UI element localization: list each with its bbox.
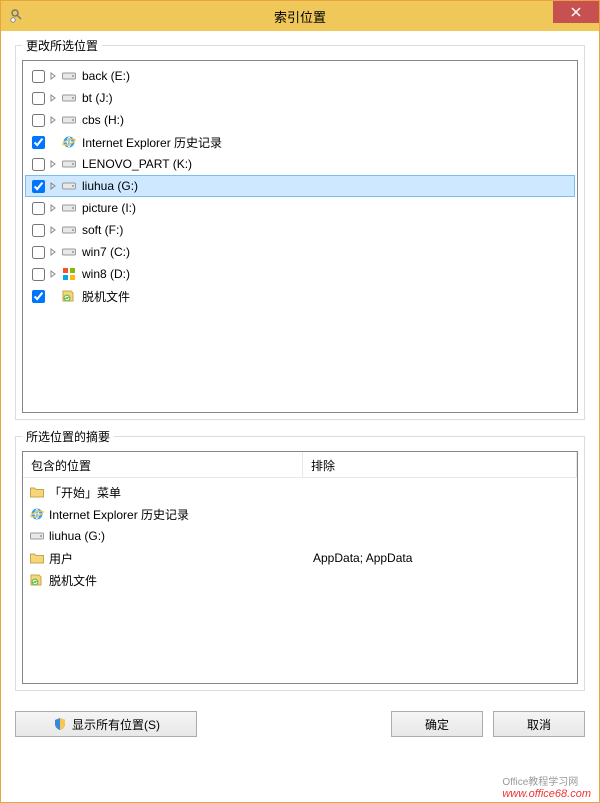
tree-row[interactable]: 脱机文件 [25, 285, 575, 307]
win-icon [61, 266, 77, 282]
titlebar: 索引位置 [1, 1, 599, 31]
tree-item-label: LENOVO_PART (K:) [80, 157, 192, 171]
tree-checkbox[interactable] [32, 180, 45, 193]
shield-icon [52, 716, 68, 732]
tree-checkbox[interactable] [32, 268, 45, 281]
summary-item-label: Internet Explorer 历史记录 [49, 506, 189, 523]
expand-icon[interactable] [48, 269, 58, 279]
summary-item-label: 脱机文件 [49, 572, 97, 589]
app-icon [9, 8, 25, 24]
ie-icon [61, 134, 77, 150]
tree-checkbox[interactable] [32, 224, 45, 237]
tree-checkbox[interactable] [32, 92, 45, 105]
expand-icon[interactable] [48, 203, 58, 213]
tree-row[interactable]: back (E:) [25, 65, 575, 87]
summary-row[interactable]: 脱机文件 [25, 569, 575, 591]
expand-icon[interactable] [48, 93, 58, 103]
folder-icon [29, 484, 45, 500]
summary-group: 所选位置的摘要 包含的位置 排除 「开始」菜单Internet Explorer… [15, 436, 585, 691]
tree-row[interactable]: picture (I:) [25, 197, 575, 219]
button-row: 显示所有位置(S) 确定 取消 [1, 707, 599, 751]
tree-row[interactable]: Internet Explorer 历史记录 [25, 131, 575, 153]
close-button[interactable] [553, 1, 599, 23]
summary-body: 「开始」菜单 Internet Explorer 历史记录 liuhua (G:) 用… [23, 478, 577, 594]
tree-row[interactable]: bt (J:) [25, 87, 575, 109]
drive-icon [61, 156, 77, 172]
tree-checkbox[interactable] [32, 114, 45, 127]
tree-checkbox[interactable] [32, 70, 45, 83]
drive-icon [29, 528, 45, 544]
ok-button[interactable]: 确定 [391, 711, 483, 737]
tree-row[interactable]: win7 (C:) [25, 241, 575, 263]
expand-icon[interactable] [48, 225, 58, 235]
summary-listview[interactable]: 包含的位置 排除 「开始」菜单 Internet Explorer 历史记录 liu… [22, 451, 578, 684]
window-title: 索引位置 [1, 7, 599, 26]
drive-icon [61, 68, 77, 84]
folder-icon [29, 550, 45, 566]
expand-icon[interactable] [48, 181, 58, 191]
content-area: 更改所选位置 back (E:) bt (J:) cbs (H:) Internet … [1, 31, 599, 691]
tree-item-label: bt (J:) [80, 91, 113, 105]
summary-row[interactable]: 「开始」菜单 [25, 481, 575, 503]
expand-icon[interactable] [48, 115, 58, 125]
expand-icon[interactable] [48, 159, 58, 169]
ie-icon [29, 506, 45, 522]
expand-icon[interactable] [48, 247, 58, 257]
summary-item-label: liuhua (G:) [49, 529, 105, 543]
tree-item-label: back (E:) [80, 69, 130, 83]
tree-row[interactable]: soft (F:) [25, 219, 575, 241]
summary-item-label: 用户 [49, 550, 73, 567]
tree-item-label: 脱机文件 [80, 288, 130, 305]
tree-item-label: win7 (C:) [80, 245, 130, 259]
tree-checkbox[interactable] [32, 202, 45, 215]
tree-row[interactable]: liuhua (G:) [25, 175, 575, 197]
tree-checkbox[interactable] [32, 290, 45, 303]
tree-checkbox[interactable] [32, 136, 45, 149]
tree-item-label: picture (I:) [80, 201, 136, 215]
col-included[interactable]: 包含的位置 [23, 452, 303, 478]
cancel-button[interactable]: 取消 [493, 711, 585, 737]
summary-row[interactable]: liuhua (G:) [25, 525, 575, 547]
tree-item-label: Internet Explorer 历史记录 [80, 134, 222, 151]
show-all-label: 显示所有位置(S) [72, 716, 160, 733]
summary-exclude: AppData; AppData [305, 551, 575, 565]
tree-checkbox[interactable] [32, 246, 45, 259]
drive-icon [61, 112, 77, 128]
summary-legend: 所选位置的摘要 [22, 428, 114, 445]
tree-row[interactable]: LENOVO_PART (K:) [25, 153, 575, 175]
summary-item-label: 「开始」菜单 [49, 484, 121, 501]
col-exclude[interactable]: 排除 [303, 452, 577, 478]
change-locations-group: 更改所选位置 back (E:)bt (J:)cbs (H:)Internet … [15, 45, 585, 420]
expand-icon[interactable] [48, 71, 58, 81]
tree-row[interactable]: win8 (D:) [25, 263, 575, 285]
drive-icon [61, 90, 77, 106]
tree-item-label: cbs (H:) [80, 113, 124, 127]
summary-row[interactable]: 用户 AppData; AppData [25, 547, 575, 569]
summary-header: 包含的位置 排除 [23, 452, 577, 478]
tree-row[interactable]: cbs (H:) [25, 109, 575, 131]
locations-tree[interactable]: back (E:) bt (J:) cbs (H:) Internet Explore… [22, 60, 578, 413]
drive-icon [61, 178, 77, 194]
drive-icon [61, 200, 77, 216]
sync-icon [61, 288, 77, 304]
tree-item-label: soft (F:) [80, 223, 123, 237]
tree-item-label: win8 (D:) [80, 267, 130, 281]
change-locations-legend: 更改所选位置 [22, 37, 102, 54]
sync-icon [29, 572, 45, 588]
watermark: Office教程学习网 www.office68.com [502, 773, 591, 800]
show-all-locations-button[interactable]: 显示所有位置(S) [15, 711, 197, 737]
tree-checkbox[interactable] [32, 158, 45, 171]
summary-row[interactable]: Internet Explorer 历史记录 [25, 503, 575, 525]
drive-icon [61, 244, 77, 260]
drive-icon [61, 222, 77, 238]
tree-item-label: liuhua (G:) [80, 179, 138, 193]
